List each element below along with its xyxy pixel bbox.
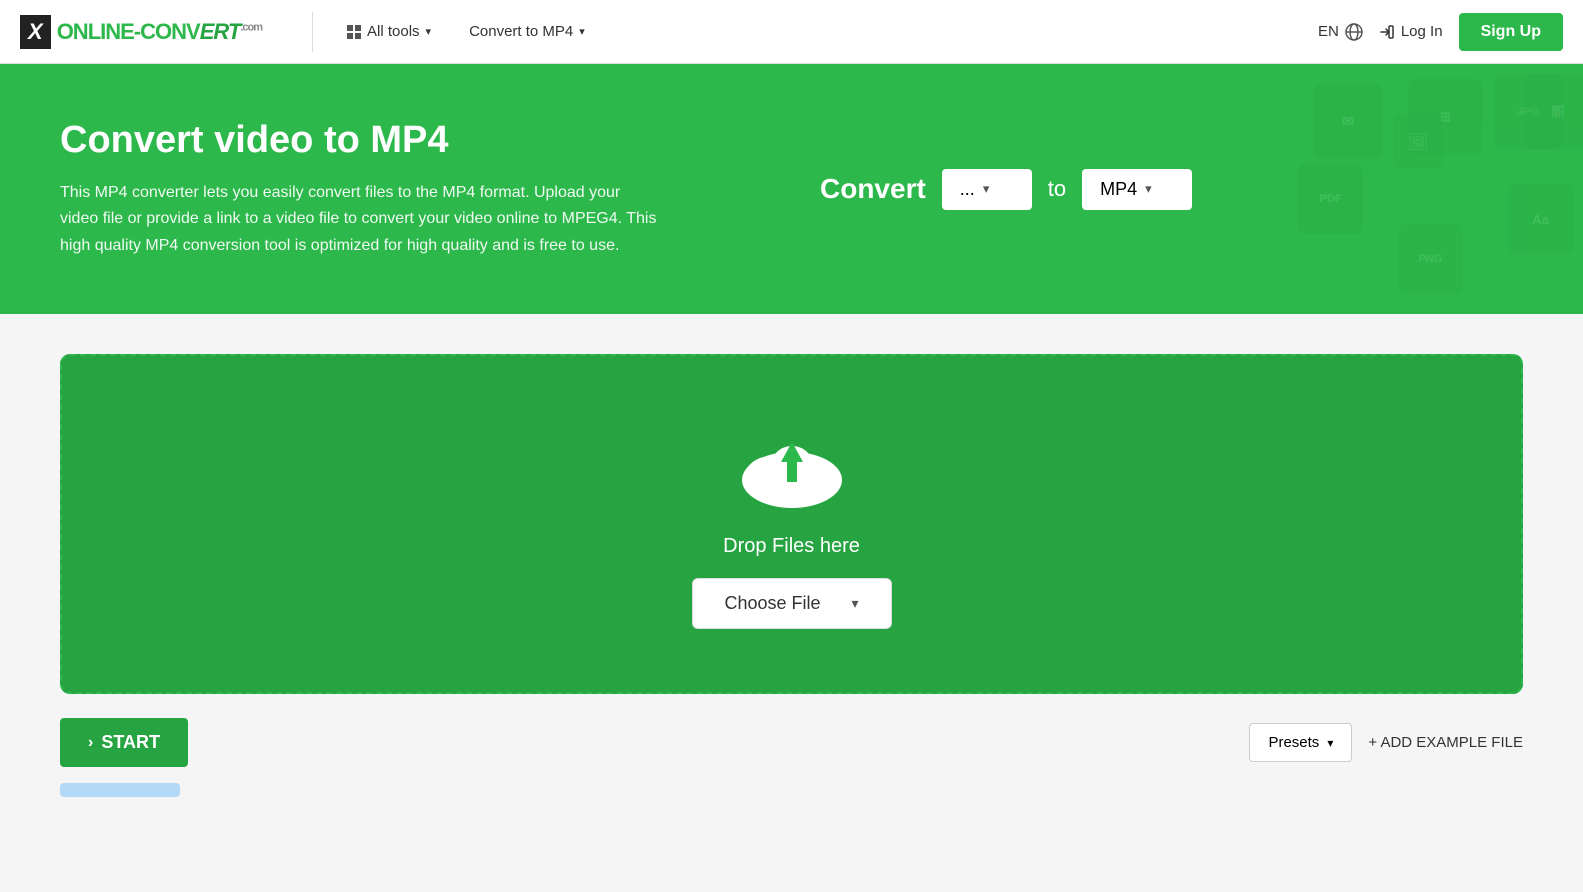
bottom-hint-bar xyxy=(60,783,180,797)
signup-button[interactable]: Sign Up xyxy=(1459,13,1563,51)
hero-left: Convert video to MP4 This MP4 converter … xyxy=(60,119,760,259)
hero-converter: Convert ... ▾ to MP4 ▾ xyxy=(820,169,1192,210)
convert-to-mp4-chevron-icon: ▾ xyxy=(579,25,585,38)
target-format-value: MP4 xyxy=(1100,179,1137,200)
language-button[interactable]: EN xyxy=(1318,23,1363,41)
source-format-value: ... xyxy=(960,179,975,200)
choose-file-chevron-icon: ▾ xyxy=(851,595,858,612)
lang-label: EN xyxy=(1318,23,1339,40)
drop-text: Drop Files here xyxy=(723,535,860,558)
presets-label: Presets xyxy=(1268,734,1319,751)
logo-convert: CONV xyxy=(140,19,200,44)
target-chevron-icon: ▾ xyxy=(1145,181,1152,197)
presets-chevron-icon: ▾ xyxy=(1327,736,1333,750)
start-label: START xyxy=(101,732,160,753)
all-tools-label: All tools xyxy=(367,23,420,40)
bottom-right-actions: Presets ▾ + ADD EXAMPLE FILE xyxy=(1249,723,1523,762)
grid-icon xyxy=(347,25,361,39)
login-label: Log In xyxy=(1401,23,1443,40)
all-tools-chevron-icon: ▾ xyxy=(426,25,432,38)
convert-to-mp4-nav-label: Convert to MP4 xyxy=(469,23,573,40)
navbar: X ONLINE-CONVERT.com All tools ▾ Convert… xyxy=(0,0,1583,64)
login-icon xyxy=(1379,24,1395,40)
dropzone[interactable]: Drop Files here Choose File ▾ xyxy=(60,354,1523,694)
navbar-right: EN Log In Sign Up xyxy=(1318,13,1563,51)
choose-file-label: Choose File xyxy=(725,593,821,614)
convert-to-mp4-nav-button[interactable]: Convert to MP4 ▾ xyxy=(455,15,599,48)
main-content: Drop Files here Choose File ▾ › START Pr… xyxy=(0,314,1583,837)
logo-x-icon: X xyxy=(28,19,43,45)
convert-label: Convert xyxy=(820,173,926,205)
presets-button[interactable]: Presets ▾ xyxy=(1249,723,1352,762)
nav-divider xyxy=(312,12,313,52)
hero-title: Convert video to MP4 xyxy=(60,119,760,162)
bottom-action-bar: › START Presets ▾ + ADD EXAMPLE FILE xyxy=(60,718,1523,767)
logo-box: X xyxy=(20,15,51,49)
signup-label: Sign Up xyxy=(1481,23,1541,40)
upload-cloud-icon xyxy=(737,420,847,515)
choose-file-button[interactable]: Choose File ▾ xyxy=(692,578,892,629)
start-button[interactable]: › START xyxy=(60,718,188,767)
globe-icon xyxy=(1345,23,1363,41)
login-button[interactable]: Log In xyxy=(1379,23,1443,40)
start-chevron-icon: › xyxy=(88,734,93,752)
logo-com: .com xyxy=(240,21,262,33)
logo-ert: ERT xyxy=(200,19,241,44)
logo-online: ONLINE- xyxy=(57,19,140,44)
target-format-select[interactable]: MP4 ▾ xyxy=(1082,169,1192,210)
add-example-file-button[interactable]: + ADD EXAMPLE FILE xyxy=(1368,734,1523,751)
source-format-select[interactable]: ... ▾ xyxy=(942,169,1032,210)
to-label: to xyxy=(1048,176,1066,202)
hero-banner: ✉ ⊞ JPG 📊 PDF Aa PNG 🖼 Convert video to … xyxy=(0,64,1583,314)
logo[interactable]: X ONLINE-CONVERT.com xyxy=(20,15,262,49)
logo-text: ONLINE-CONVERT.com xyxy=(57,19,262,45)
all-tools-button[interactable]: All tools ▾ xyxy=(333,15,445,48)
source-chevron-icon: ▾ xyxy=(983,181,990,197)
hero-description: This MP4 converter lets you easily conve… xyxy=(60,180,660,259)
nav-items: All tools ▾ Convert to MP4 ▾ xyxy=(333,15,1318,48)
add-example-label: + ADD EXAMPLE FILE xyxy=(1368,734,1523,751)
